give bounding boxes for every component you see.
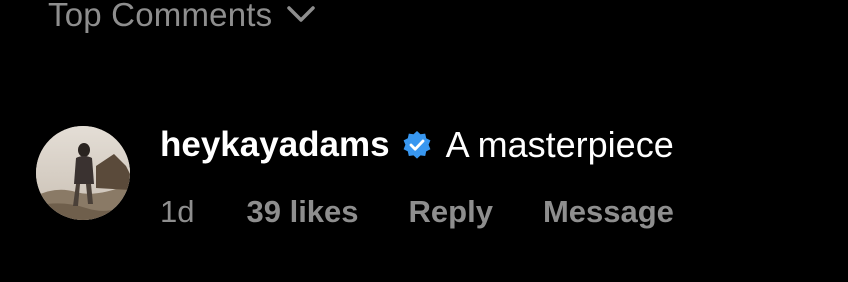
comment-text: A masterpiece [445, 124, 674, 165]
likes-count-button[interactable]: 39 likes [246, 194, 358, 230]
reply-button[interactable]: Reply [409, 194, 493, 230]
verified-badge-icon [402, 130, 432, 160]
comment-username[interactable]: heykayadams [160, 125, 390, 165]
chevron-down-icon [286, 4, 316, 24]
avatar[interactable] [36, 126, 130, 220]
message-button[interactable]: Message [543, 194, 674, 230]
comment-timestamp: 1d [160, 194, 195, 229]
top-comments-label: Top Comments [48, 0, 273, 33]
comment-item: heykayadams A masterpiece 1d 39 likes Re… [36, 124, 816, 236]
top-comments-sort[interactable]: Top Comments [48, 0, 316, 34]
